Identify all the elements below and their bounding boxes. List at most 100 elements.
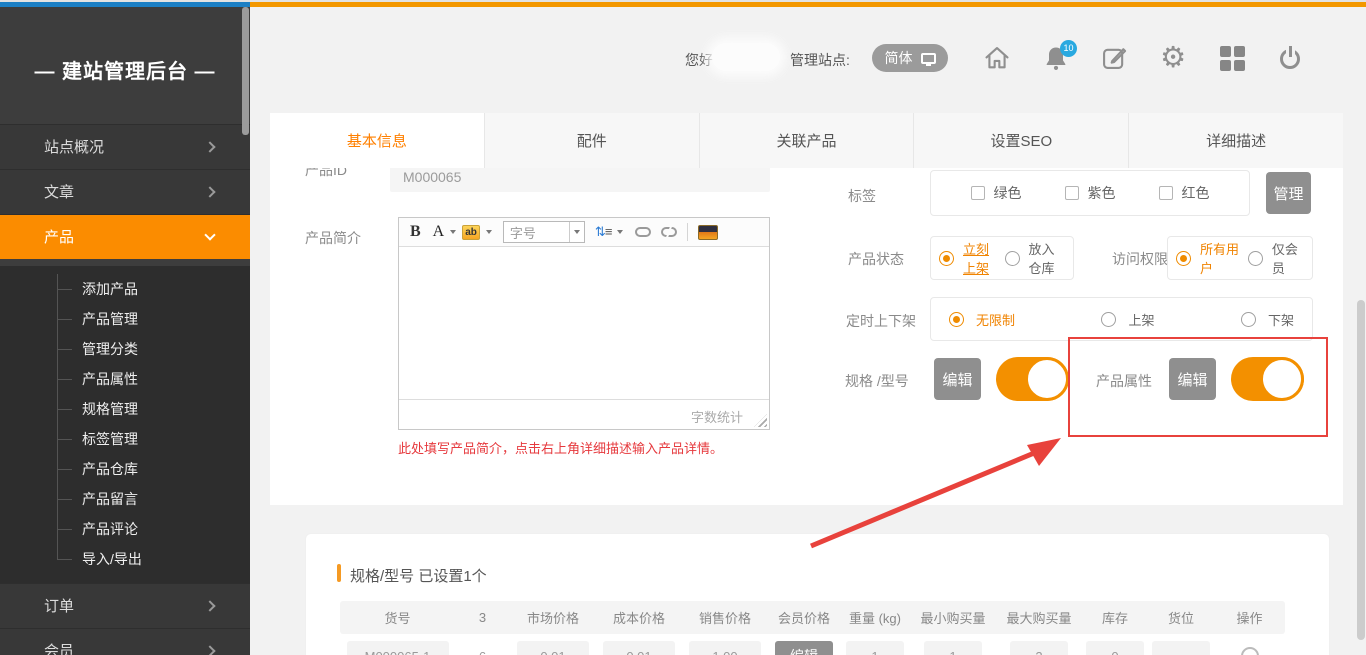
remove-link-icon[interactable]: [661, 227, 677, 237]
spec-edit-button[interactable]: 编辑: [934, 358, 981, 400]
submenu-import-export[interactable]: 导入/导出: [0, 544, 250, 574]
sidebar-item-label: 文章: [44, 184, 74, 201]
tag-option-green[interactable]: 绿色: [971, 183, 1022, 203]
access-group: 所有用户 仅会员: [1167, 236, 1313, 280]
product-status-group: 立刻上架 放入仓库: [930, 236, 1074, 280]
col-max-qty: 最大购买量: [1006, 608, 1071, 627]
page-scrollbar-thumb[interactable]: [1357, 300, 1365, 640]
submenu-warehouse[interactable]: 产品仓库: [0, 454, 250, 484]
attr-edit-button[interactable]: 编辑: [1169, 358, 1216, 400]
stock-field[interactable]: 0: [1086, 641, 1144, 655]
section-accent-bar: [337, 564, 341, 582]
radio-label[interactable]: 放入仓库: [1029, 239, 1066, 277]
app-title: — 建站管理后台 —: [0, 55, 250, 84]
settings-gear-icon[interactable]: ⚙: [1160, 44, 1188, 72]
home-icon[interactable]: [983, 44, 1011, 72]
cost-price-field[interactable]: 0.01: [603, 641, 675, 655]
submenu-category-manage[interactable]: 管理分类: [0, 334, 250, 364]
highlight-caret[interactable]: [486, 230, 492, 234]
radio-label: 无限制: [976, 310, 1015, 329]
spec-toggle-on[interactable]: [996, 357, 1069, 401]
sale-price-field[interactable]: 1.00: [689, 641, 761, 655]
weight-field[interactable]: 1: [846, 641, 904, 655]
product-attr-label: 产品属性: [1096, 371, 1152, 391]
logout-power-icon[interactable]: [1279, 46, 1303, 70]
schedule-off-shelf[interactable]: 下架: [1241, 310, 1294, 329]
schedule-unlimited[interactable]: 无限制: [949, 310, 1015, 329]
bold-button[interactable]: B: [407, 223, 424, 241]
tab-detail-desc[interactable]: 详细描述: [1129, 113, 1343, 168]
manage-tags-button[interactable]: 管理: [1266, 172, 1311, 214]
font-size-select[interactable]: 字号: [503, 221, 585, 243]
language-pill-button[interactable]: 简体: [872, 44, 948, 72]
submenu-tag-manage[interactable]: 标签管理: [0, 424, 250, 454]
schedule-on-shelf[interactable]: 上架: [1101, 310, 1154, 329]
edit-icon[interactable]: [1100, 44, 1128, 72]
radio-label[interactable]: 所有用户: [1200, 239, 1243, 277]
tab-seo[interactable]: 设置SEO: [914, 113, 1129, 168]
resize-grip[interactable]: [754, 414, 767, 427]
tab-related-products[interactable]: 关联产品: [700, 113, 915, 168]
submenu-reviews[interactable]: 产品评论: [0, 514, 250, 544]
rich-text-editor: B A ab 字号 ⇅≡ 字数统计: [398, 217, 770, 430]
radio-on-shelf[interactable]: [939, 251, 954, 266]
location-field[interactable]: [1152, 641, 1210, 655]
insert-link-icon[interactable]: [635, 227, 651, 237]
highlight-button[interactable]: ab: [462, 225, 480, 240]
min-qty-field[interactable]: 1: [924, 641, 982, 655]
product-status-label: 产品状态: [848, 249, 904, 269]
row-action-icon[interactable]: [1241, 647, 1259, 655]
intro-hint-text: 此处填写产品简介，点击右上角详细描述输入产品详情。: [398, 438, 723, 457]
topbar-orange-accent: [250, 2, 1366, 7]
radio-to-warehouse[interactable]: [1005, 251, 1020, 266]
submenu-product-attrs[interactable]: 产品属性: [0, 364, 250, 394]
font-size-dropdown[interactable]: [569, 222, 584, 242]
sidebar-item-orders[interactable]: 订单: [0, 583, 250, 628]
radio-schedule-down[interactable]: [1241, 312, 1256, 327]
checkbox-red[interactable]: [1159, 186, 1173, 200]
editor-content-area[interactable]: [399, 247, 769, 399]
item-no-field[interactable]: M000065-1: [347, 641, 449, 655]
submenu-add-product[interactable]: 添加产品: [0, 274, 250, 304]
tab-basic-info[interactable]: 基本信息: [270, 113, 485, 168]
checkbox-green[interactable]: [971, 186, 985, 200]
submenu-spec-manage[interactable]: 规格管理: [0, 394, 250, 424]
insert-image-icon[interactable]: [698, 225, 718, 240]
apps-grid-icon[interactable]: [1220, 44, 1248, 72]
font-color-button[interactable]: A: [428, 223, 445, 241]
radio-label[interactable]: 仅会员: [1272, 239, 1304, 277]
spec-table-header: 货号 3 市场价格 成本价格 销售价格 会员价格 重量 (kg) 最小购买量 最…: [340, 601, 1285, 634]
market-price-field[interactable]: 0.01: [517, 641, 589, 655]
radio-schedule-up[interactable]: [1101, 312, 1116, 327]
sidebar-item-members[interactable]: 会员: [0, 628, 250, 655]
radio-all-users[interactable]: [1176, 251, 1191, 266]
line-height-caret[interactable]: [617, 230, 623, 234]
tree-tick: [57, 319, 72, 320]
radio-unlimited[interactable]: [949, 312, 964, 327]
sidebar-item-products[interactable]: 产品: [0, 214, 250, 259]
checkbox-purple[interactable]: [1065, 186, 1079, 200]
sidebar-scrollbar-thumb[interactable]: [242, 7, 249, 135]
submenu-label: 规格管理: [82, 401, 138, 417]
max-qty-field[interactable]: 2: [1010, 641, 1068, 655]
attr-toggle-on[interactable]: [1231, 357, 1304, 401]
admin-page: — 建站管理后台 — 站点概况 文章 产品 添加产品 产品管理 管理分类 产品属…: [0, 0, 1366, 655]
sidebar-item-articles[interactable]: 文章: [0, 169, 250, 214]
tag-option-purple[interactable]: 紫色: [1065, 183, 1116, 203]
line-height-button[interactable]: ⇅≡: [595, 224, 612, 240]
sidebar-item-label: 站点概况: [44, 139, 104, 156]
tree-tick: [57, 379, 72, 380]
radio-members-only[interactable]: [1248, 251, 1263, 266]
sidebar-item-site-overview[interactable]: 站点概况: [0, 124, 250, 169]
checkbox-label: 红色: [1182, 183, 1210, 203]
tag-option-red[interactable]: 红色: [1159, 183, 1210, 203]
col-location: 货位: [1168, 608, 1194, 627]
font-color-caret[interactable]: [450, 230, 456, 234]
submenu-messages[interactable]: 产品留言: [0, 484, 250, 514]
member-price-edit-button[interactable]: 编辑: [775, 641, 833, 655]
editor-status-bar: 字数统计: [399, 399, 769, 429]
radio-label[interactable]: 立刻上架: [963, 239, 1000, 277]
manage-site-label: 管理站点:: [790, 50, 850, 70]
tab-accessories[interactable]: 配件: [485, 113, 700, 168]
submenu-product-manage[interactable]: 产品管理: [0, 304, 250, 334]
